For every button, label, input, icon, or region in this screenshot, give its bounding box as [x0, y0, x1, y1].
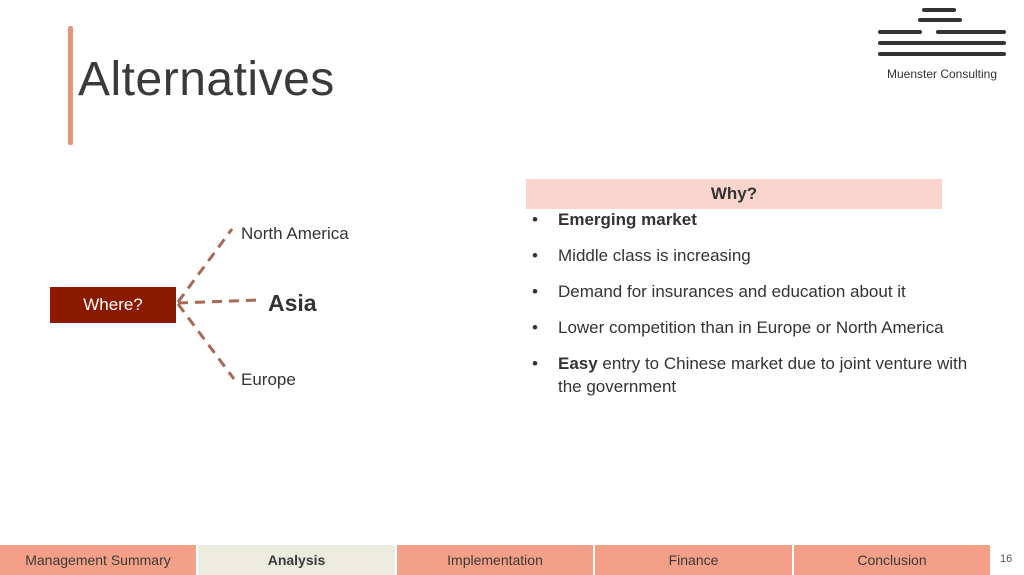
list-item: • Middle class is increasing [532, 246, 751, 265]
tab-finance[interactable]: Finance [595, 545, 794, 575]
page-number: 16 [1000, 553, 1013, 565]
list-item: • Demand for insurances and education abo… [532, 282, 906, 301]
bullet-icon: • [532, 210, 538, 229]
where-box: Where? [50, 287, 176, 323]
tab-conclusion[interactable]: Conclusion [794, 545, 992, 575]
list-item: • Easy entry to Chinese market due to joi… [532, 354, 968, 396]
tab-implementation[interactable]: Implementation [397, 545, 595, 575]
region-north-america: North America [241, 224, 349, 243]
bullet-icon: • [532, 318, 538, 337]
why-header: Why? [526, 179, 942, 209]
list-item: • Lower competition than in Europe or Nor… [532, 318, 944, 337]
tab-management-summary[interactable]: Management Summary [0, 545, 198, 575]
bullet-icon: • [532, 246, 538, 265]
section-nav: Management Summary Analysis Implementati… [0, 545, 992, 575]
list-item: • Emerging market [532, 210, 697, 229]
why-list: • Emerging market • Middle class is increa… [530, 208, 980, 411]
bullet-icon: • [532, 282, 538, 301]
bullet-icon: • [532, 354, 538, 373]
region-europe: Europe [241, 370, 296, 389]
region-asia: Asia [268, 290, 317, 316]
tab-analysis[interactable]: Analysis [198, 545, 397, 575]
